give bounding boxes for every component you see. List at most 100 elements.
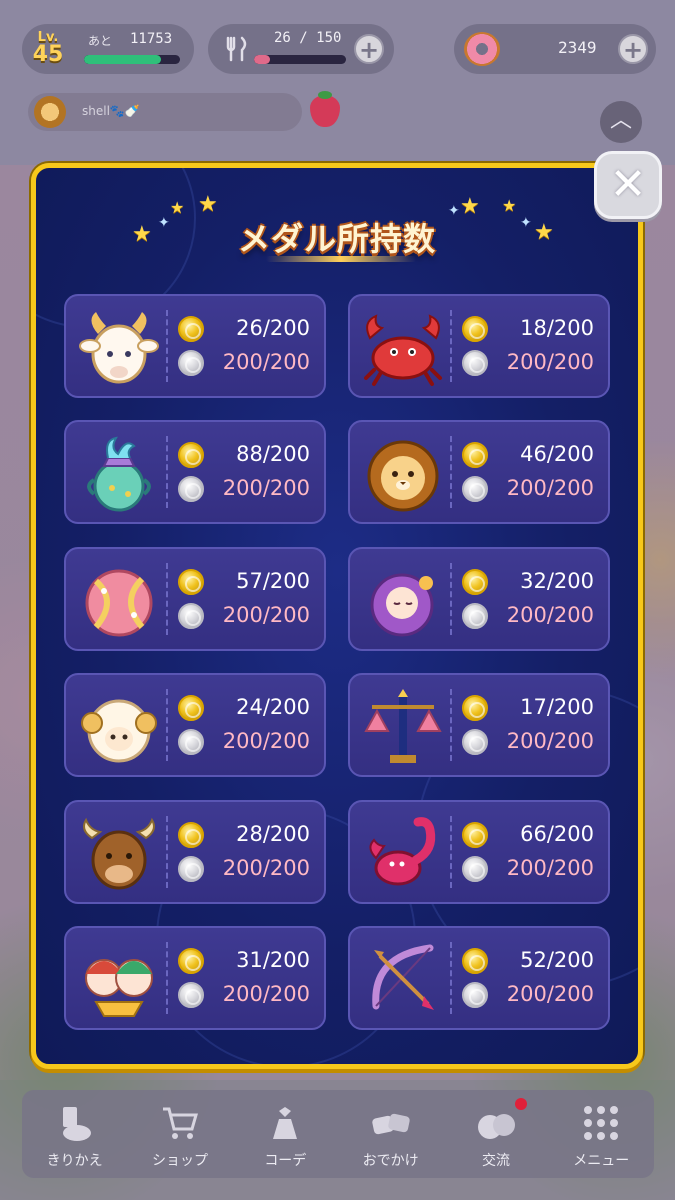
silver-medal-count: 200/200 [506, 982, 594, 1006]
player-avatar [34, 96, 66, 128]
water-bearer-icon [87, 436, 151, 512]
star-icon: ★ [198, 192, 218, 217]
bull-icon [83, 817, 155, 890]
cart-icon [158, 1102, 202, 1144]
level-pill: Lv. 45 あと 11753 [22, 24, 194, 74]
gold-medal-icon [178, 695, 204, 721]
gold-medal-count: 17/200 [520, 695, 594, 719]
silver-medal-count: 200/200 [506, 603, 594, 627]
medal-card: 26/200 200/200 [64, 294, 326, 398]
medal-card: 28/200 200/200 [64, 800, 326, 904]
gold-medal-icon [462, 316, 488, 342]
nav-outfit[interactable]: コーデ [233, 1090, 338, 1178]
gold-medal-count: 32/200 [520, 569, 594, 593]
menu-grid-icon [579, 1102, 623, 1144]
goat-icon [79, 312, 159, 384]
gold-medal-count: 26/200 [236, 316, 310, 340]
modal-title: メダル所持数 [237, 220, 436, 258]
nav-shop[interactable]: ショップ [127, 1090, 232, 1178]
silver-medal-icon [178, 603, 204, 629]
silver-medal-count: 200/200 [506, 729, 594, 753]
twins-icon [85, 959, 153, 1017]
silver-medal-count: 200/200 [506, 350, 594, 374]
nav-outing[interactable]: おでかけ [338, 1090, 443, 1178]
nav-switch[interactable]: きりかえ [22, 1090, 127, 1178]
silver-medal-count: 200/200 [222, 729, 310, 753]
card-divider [450, 816, 452, 888]
medal-card: 57/200 200/200 [64, 547, 326, 651]
gold-medal-icon [178, 569, 204, 595]
gold-medal-count: 52/200 [520, 948, 594, 972]
nav-label: きりかえ [46, 1153, 103, 1169]
exp-prefix: あと [88, 34, 113, 48]
nav-label: 交流 [481, 1153, 510, 1169]
silver-medal-icon [462, 856, 488, 882]
nav-menu[interactable]: メニュー [549, 1090, 654, 1178]
silver-medal-count: 200/200 [222, 856, 310, 880]
scorpion-icon [369, 817, 436, 886]
bow-icon [372, 944, 434, 1010]
medal-card: 66/200 200/200 [348, 800, 610, 904]
scroll-up-button[interactable]: ︿ [600, 101, 642, 143]
card-divider [166, 563, 168, 635]
silver-medal-icon [178, 350, 204, 376]
card-divider [450, 310, 452, 382]
donut-icon [464, 32, 500, 66]
nav-friends[interactable]: 交流 [443, 1090, 548, 1178]
gold-medal-icon [462, 822, 488, 848]
card-divider [166, 816, 168, 888]
gold-medal-count: 66/200 [520, 822, 594, 846]
gold-medal-icon [178, 442, 204, 468]
silver-medal-count: 200/200 [222, 982, 310, 1006]
nav-label: メニュー [573, 1153, 630, 1169]
gold-medal-icon [462, 948, 488, 974]
crab-icon [364, 314, 442, 386]
medal-card: 24/200 200/200 [64, 673, 326, 777]
card-divider [166, 436, 168, 508]
medal-card: 52/200 200/200 [348, 926, 610, 1030]
medal-card: 32/200 200/200 [348, 547, 610, 651]
silver-medal-icon [178, 856, 204, 882]
silver-medal-icon [178, 729, 204, 755]
gold-medal-icon [462, 442, 488, 468]
lion-icon [367, 440, 439, 512]
ram-icon [81, 699, 157, 763]
medal-card: 18/200 200/200 [348, 294, 610, 398]
gold-medal-icon [178, 948, 204, 974]
stamina-pill: 26 / 150 + [208, 24, 394, 74]
title-underline [266, 256, 416, 262]
card-divider [450, 436, 452, 508]
close-button[interactable]: ✕ [594, 151, 662, 219]
gold-medal-count: 88/200 [236, 442, 310, 466]
card-divider [166, 942, 168, 1014]
card-divider [166, 310, 168, 382]
silver-medal-count: 200/200 [222, 603, 310, 627]
stamina-plus-button[interactable]: + [354, 34, 384, 64]
level-number: 45 [32, 42, 64, 67]
nav-label: おでかけ [362, 1153, 419, 1169]
fork-knife-icon [226, 36, 247, 62]
nav-label: コーデ [264, 1153, 307, 1169]
outfit-icon [263, 1102, 307, 1144]
silver-medal-icon [178, 476, 204, 502]
silver-medal-count: 200/200 [506, 856, 594, 880]
bottom-nav: きりかえ ショップ コーデ おでかけ 交流 メニュー [22, 1090, 654, 1178]
gold-medal-count: 28/200 [236, 822, 310, 846]
gold-medal-icon [178, 822, 204, 848]
card-divider [450, 942, 452, 1014]
silver-medal-count: 200/200 [222, 476, 310, 500]
silver-medal-count: 200/200 [506, 476, 594, 500]
silver-medal-icon [462, 603, 488, 629]
silver-medal-icon [462, 982, 488, 1008]
fish-icon [85, 569, 153, 637]
donut-plus-button[interactable]: + [618, 34, 648, 64]
gold-medal-count: 31/200 [236, 948, 310, 972]
gold-medal-icon [178, 316, 204, 342]
stamina-count: 26 / 150 [274, 30, 342, 46]
nav-label: ショップ [151, 1153, 208, 1169]
card-divider [450, 689, 452, 761]
maiden-icon [370, 573, 434, 637]
gold-medal-count: 46/200 [520, 442, 594, 466]
gold-medal-count: 57/200 [236, 569, 310, 593]
player-pill[interactable]: shell🐾🍼 [28, 93, 302, 131]
